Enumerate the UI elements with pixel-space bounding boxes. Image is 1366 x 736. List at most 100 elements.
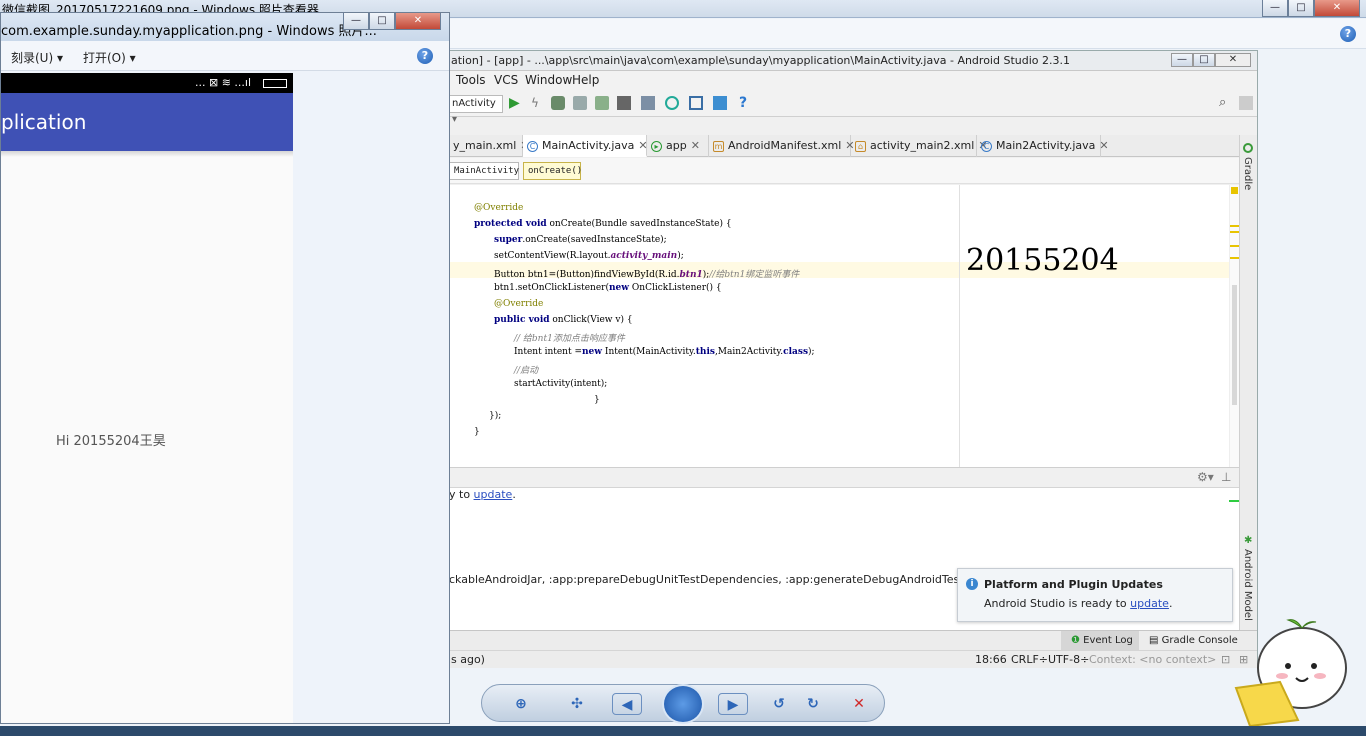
photo-viewer-window: com.example.sunday.myapplication.png - W… (0, 12, 450, 724)
android-studio-window: ation] - [app] - ...\app\src\main\java\c… (448, 50, 1258, 668)
sdk-manager-icon[interactable] (689, 96, 703, 110)
event-log-label: Event Log (1083, 635, 1133, 646)
help-icon[interactable]: ? (1340, 26, 1356, 42)
debug-icon[interactable] (551, 96, 565, 110)
code-line: } (474, 427, 480, 437)
pv-minimize-button[interactable]: — (343, 13, 369, 30)
bottom-tool-tabs: ❶ Event Log ▤ Gradle Console (449, 630, 1257, 650)
code-line: } (594, 395, 600, 405)
stop-icon[interactable] (617, 96, 631, 110)
burn-menu[interactable]: 刻录(U) ▾ (11, 49, 63, 66)
close-button[interactable]: ✕ (1314, 0, 1360, 17)
settings-icon[interactable]: ⚙▾ (1197, 470, 1214, 484)
event-log-tab[interactable]: ❶ Event Log (1061, 631, 1139, 650)
console-text: . (512, 488, 516, 501)
rotate-right-icon[interactable]: ↻ (802, 693, 824, 715)
fit-icon[interactable]: ✣ (566, 693, 588, 715)
file-encoding[interactable]: UTF-8÷ (1048, 653, 1089, 666)
tab-mainactivity-java[interactable]: C MainActivity.java ✕ (523, 135, 648, 157)
help-icon[interactable]: ? (417, 48, 433, 64)
update-link[interactable]: update (474, 488, 513, 501)
code-editor[interactable]: @Override protected void onCreate(Bundle… (449, 185, 1239, 467)
tab-app[interactable]: ▸ app ✕ (647, 135, 709, 157)
console-text: y to (449, 488, 474, 501)
help-icon[interactable]: ? (739, 96, 753, 110)
photo-viewer-menu-bar: 刻录(U) ▾ 打开(O) ▾ ? (1, 41, 449, 71)
open-menu[interactable]: 打开(O) ▾ (83, 49, 136, 66)
close-icon[interactable]: ✕ (1099, 139, 1108, 152)
avd-manager-icon[interactable] (665, 96, 679, 110)
maximize-button[interactable]: □ (1288, 0, 1314, 17)
code-line: @Override (494, 299, 544, 309)
info-icon: i (966, 578, 978, 590)
lock-icon[interactable]: ⊡ (1221, 653, 1230, 666)
code-line: setContentView(R.layout.activity_main); (494, 251, 684, 261)
module-icon: ▸ (651, 140, 662, 152)
android-model-tool-button[interactable]: Android Model (1242, 549, 1253, 621)
run-icon[interactable]: ▶ (509, 96, 523, 110)
slideshow-icon[interactable] (662, 684, 704, 724)
hide-icon[interactable]: ⊥ (1221, 470, 1231, 484)
search-icon[interactable]: ⌕ (1219, 96, 1233, 110)
menu-window[interactable]: Window (525, 73, 572, 87)
app-bar-shadow (1, 151, 293, 157)
as-maximize-button[interactable]: □ (1193, 53, 1215, 67)
code-line: startActivity(intent); (514, 379, 608, 389)
console-icon: ▤ (1149, 635, 1159, 646)
photo-viewer-title: com.example.sunday.myapplication.png - W… (1, 24, 377, 39)
code-line: @Override (474, 203, 524, 213)
cursor-position[interactable]: 18:66 (975, 653, 1007, 666)
chevron-down-icon: ▾ (129, 51, 136, 65)
run-config-select[interactable]: nActivity ▾ (449, 95, 503, 125)
zoom-icon[interactable]: ⊕ (510, 693, 532, 715)
photo-viewer-controls: ⊕ ✣ ◀ ▶ ↺ ↻ ✕ (481, 684, 885, 724)
next-icon[interactable]: ▶ (718, 693, 748, 715)
tab-label: y_main.xml (453, 139, 517, 152)
notification-update-link[interactable]: update (1130, 597, 1169, 610)
minimize-button[interactable]: — (1262, 0, 1288, 17)
menu-help[interactable]: Help (572, 73, 599, 87)
tab-activity-main2-xml[interactable]: ⌂ activity_main2.xml ✕ (851, 135, 988, 157)
tab-androidmanifest-xml[interactable]: m AndroidManifest.xml ✕ (709, 135, 854, 157)
scroll-thumb[interactable] (1232, 285, 1237, 405)
android-studio-title-bar: ation] - [app] - ...\app\src\main\java\c… (449, 51, 1257, 71)
attach-debugger-icon[interactable] (595, 96, 609, 110)
as-minimize-button[interactable]: — (1171, 53, 1193, 67)
as-close-button[interactable]: ✕ (1215, 53, 1251, 67)
menu-tools[interactable]: Tools (456, 73, 486, 87)
breadcrumb-class[interactable]: MainActivity (449, 162, 519, 180)
apply-changes-icon[interactable]: ϟ (531, 96, 545, 110)
notification-body: Android Studio is ready to update. (984, 597, 1172, 610)
profile-icon[interactable] (573, 96, 587, 110)
user-icon[interactable] (1239, 96, 1253, 110)
chevron-down-icon: ▾ (56, 51, 64, 65)
greeting-text: Hi 20155204王昊 (56, 434, 166, 449)
tab-main2activity-java[interactable]: C Main2Activity.java ✕ (977, 135, 1109, 157)
phone-status-bar: ... ⊠ ≋ ...ıl (1, 73, 293, 93)
toolbar: nActivity ▾ ▶ ϟ ? ⌕ (449, 91, 1257, 125)
phone-screenshot: ... ⊠ ≋ ...ıl plication Hi 20155204王昊 (1, 73, 293, 723)
menu-vcs[interactable]: VCS (494, 73, 518, 87)
right-tool-sidebar: Gradle ✱ Android Model (1239, 135, 1257, 631)
gradle-tool-button[interactable]: Gradle (1242, 157, 1253, 190)
mascot-image (1234, 619, 1347, 728)
gradle-console-tab[interactable]: ▤ Gradle Console (1149, 631, 1238, 650)
close-icon[interactable]: ✕ (691, 139, 700, 152)
app-title: plication (1, 110, 87, 134)
editor-scrollbar[interactable] (1229, 185, 1239, 467)
tab-label: Main2Activity.java (996, 139, 1096, 152)
pv-maximize-button[interactable]: □ (369, 13, 395, 30)
delete-icon[interactable]: ✕ (848, 693, 870, 715)
rotate-left-icon[interactable]: ↺ (768, 693, 790, 715)
prev-icon[interactable]: ◀ (612, 693, 642, 715)
code-line: protected void onCreate(Bundle savedInst… (474, 219, 732, 229)
breadcrumb-method[interactable]: onCreate() (523, 162, 582, 180)
code-line: }); (489, 411, 502, 421)
android-device-monitor-icon[interactable] (713, 96, 727, 110)
pv-close-button[interactable]: ✕ (395, 13, 441, 30)
tab-activity-main-xml[interactable]: y_main.xml✕ (449, 135, 530, 157)
sync-icon[interactable] (641, 96, 655, 110)
notification-balloon[interactable]: i Platform and Plugin Updates Android St… (957, 568, 1233, 622)
line-separator[interactable]: CRLF÷ (1011, 653, 1048, 666)
viewer-background (293, 73, 443, 723)
